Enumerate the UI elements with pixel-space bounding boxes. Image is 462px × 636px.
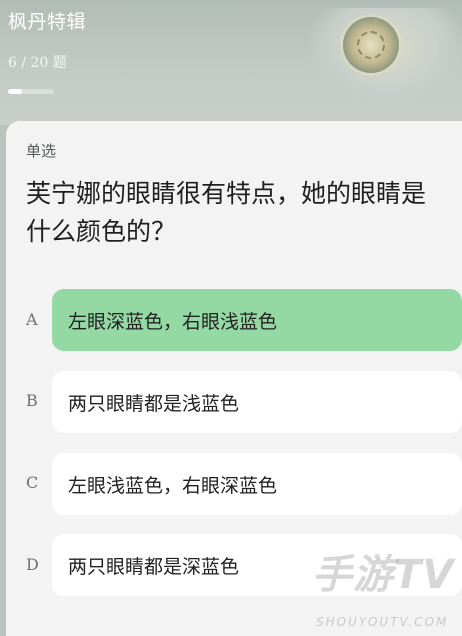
- progress-bar: [8, 89, 54, 94]
- quiz-header: 枫丹特辑 6 / 20 题: [0, 0, 462, 125]
- option-letter-c: C: [26, 473, 39, 492]
- progress-bar-fill: [8, 89, 22, 94]
- option-b-label: 两只眼睛都是浅蓝色: [68, 392, 240, 415]
- question-text: 芙宁娜的眼睛很有特点，她的眼睛是什么颜色的？: [26, 179, 427, 246]
- question-card: 单选 芙宁娜的眼睛很有特点，她的眼睛是什么颜色的？ A 左眼深蓝色，右眼浅蓝色 …: [6, 121, 462, 636]
- option-c[interactable]: 左眼浅蓝色，右眼深蓝色: [52, 453, 462, 515]
- option-letter-a: A: [26, 310, 38, 329]
- option-c-label: 左眼浅蓝色，右眼深蓝色: [68, 474, 278, 497]
- option-d[interactable]: 两只眼睛都是深蓝色: [52, 534, 462, 596]
- quiz-title: 枫丹特辑: [8, 11, 87, 33]
- progress-counter: 6 / 20 题: [8, 55, 67, 71]
- option-b[interactable]: 两只眼睛都是浅蓝色: [52, 371, 462, 433]
- option-a[interactable]: 左眼深蓝色，右眼浅蓝色: [52, 289, 462, 351]
- question-type-label: 单选: [26, 142, 57, 160]
- option-d-label: 两只眼睛都是深蓝色: [68, 555, 240, 578]
- option-letter-d: D: [26, 555, 39, 574]
- option-a-label: 左眼深蓝色，右眼浅蓝色: [68, 310, 278, 333]
- option-letter-b: B: [26, 391, 38, 410]
- hydro-emblem-icon: [343, 17, 399, 73]
